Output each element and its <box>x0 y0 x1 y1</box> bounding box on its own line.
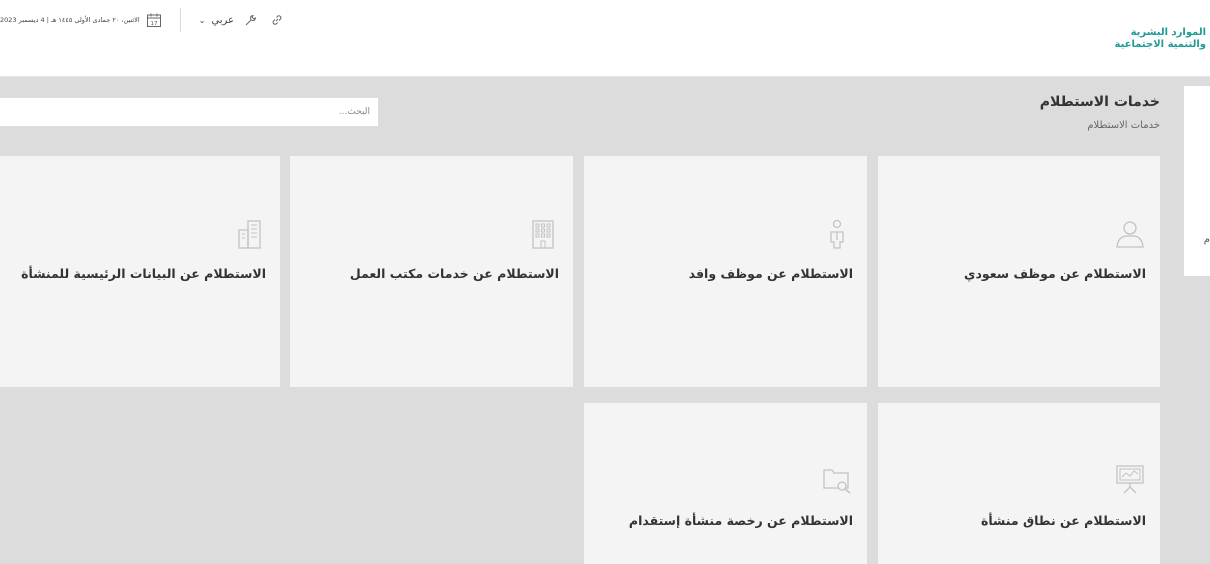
service-card-saudi-employee[interactable]: الاستطلام عن موظف سعودي <box>878 156 1160 387</box>
toolbar-divider <box>179 8 181 32</box>
page-title: خدمات الاستطلام <box>1039 94 1160 110</box>
side-panel: م <box>1184 86 1210 276</box>
card-label: الاستطلام عن خدمات مكتب العمل <box>349 266 559 281</box>
presentation-chart-icon <box>1116 465 1144 494</box>
ministry-logo[interactable]: الموارد البشرية والتنمية الاجتماعية <box>1096 27 1207 51</box>
buildings-icon <box>238 220 261 249</box>
service-card-establishment-range[interactable]: الاستطلام عن نطاق منشأة <box>878 403 1160 564</box>
folder-search-icon <box>823 469 851 494</box>
building-icon <box>532 220 554 249</box>
top-toolbar: الاثنين، ٢٠ جمادى الأولى ١٤٤٥ هـ | 4 ديس… <box>0 8 296 32</box>
card-label: الاستطلام عن نطاق منشأة <box>980 513 1146 528</box>
link-icon[interactable] <box>270 13 284 27</box>
side-panel-text: م <box>1203 234 1210 245</box>
language-label: عربي <box>211 14 234 26</box>
card-label: الاستطلام عن رخصة منشأة إستقدام <box>628 513 853 528</box>
person-icon <box>1116 221 1144 248</box>
language-switcher[interactable]: ⌄ عربي <box>199 15 234 26</box>
service-card-establishment-data[interactable]: الاستطلام عن البيانات الرئيسية للمنشأة <box>0 156 280 387</box>
tools-icon[interactable] <box>244 13 258 27</box>
calendar-icon: 17 <box>146 13 161 27</box>
services-content: م خدمات الاستطلام خدمات الاستطلام الاستط… <box>0 77 1210 564</box>
calendar-day: 17 <box>150 21 157 27</box>
breadcrumb[interactable]: خدمات الاستطلام <box>1087 120 1160 131</box>
header: الموارد البشرية والتنمية الاجتماعية الاث… <box>0 0 1210 77</box>
chevron-down-icon: ⌄ <box>198 15 206 25</box>
service-card-recruitment-license[interactable]: الاستطلام عن رخصة منشأة إستقدام <box>584 403 867 564</box>
date-text: الاثنين، ٢٠ جمادى الأولى ١٤٤٥ هـ | 4 ديس… <box>0 16 140 24</box>
card-label: الاستطلام عن البيانات الرئيسية للمنشأة <box>21 266 266 281</box>
card-label: الاستطلام عن موظف وافد <box>688 266 853 281</box>
employee-icon <box>830 219 844 249</box>
service-card-labor-office[interactable]: الاستطلام عن خدمات مكتب العمل <box>290 156 573 387</box>
logo-line-1: الموارد البشرية <box>1130 27 1206 38</box>
card-label: الاستطلام عن موظف سعودي <box>964 266 1146 281</box>
search-input[interactable] <box>0 98 378 126</box>
service-card-expat-employee[interactable]: الاستطلام عن موظف وافد <box>584 156 867 387</box>
logo-line-2: والتنمية الاجتماعية <box>1114 39 1207 50</box>
